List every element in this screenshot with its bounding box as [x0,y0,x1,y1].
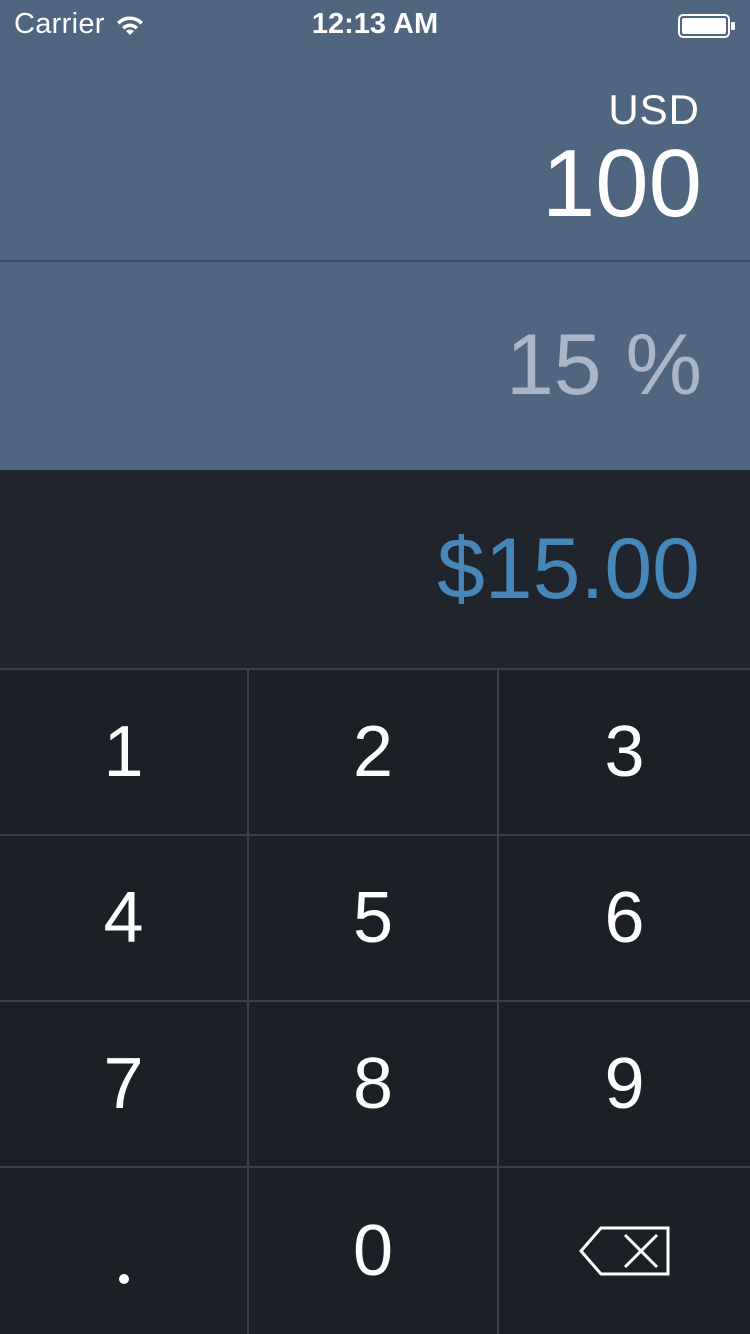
tip-result-panel: $15.00 [0,470,750,668]
key-label: 3 [604,712,645,792]
key-label: 0 [352,1211,394,1291]
status-time: 12:13 AM [311,8,439,40]
number-keypad: 1 2 3 4 5 6 7 8 9 . 0 [0,668,750,1334]
key-label: 1 [103,712,144,792]
key-label: 9 [604,1044,645,1124]
tip-percent-value: 15 % [505,317,702,413]
key-8[interactable]: 8 [249,1000,499,1166]
key-0[interactable]: 0 [249,1166,499,1334]
bill-amount-field[interactable]: USD 100 [0,52,750,260]
backspace-icon [578,1226,669,1276]
key-label: 2 [352,712,394,792]
tip-percent-field[interactable]: 15 % [0,262,750,470]
key-label: 5 [352,878,394,958]
key-7[interactable]: 7 [0,1000,249,1166]
decimal-point-glyph [118,1274,129,1284]
bill-amount-value: 100 [541,130,702,237]
key-2[interactable]: 2 [249,668,499,834]
status-bar: Carrier 12:13 AM [0,0,750,52]
key-decimal[interactable]: . [0,1166,249,1334]
key-label: 8 [352,1044,394,1124]
key-6[interactable]: 6 [499,834,750,1000]
key-backspace[interactable] [499,1166,750,1334]
tip-result-value: $15.00 [436,521,700,617]
key-3[interactable]: 3 [499,668,750,834]
key-label: 6 [604,878,645,958]
currency-code: USD [608,86,700,133]
key-5[interactable]: 5 [249,834,499,1000]
key-label: 4 [103,878,144,958]
tip-calculator-screen: Carrier 12:13 AM USD 100 15 % $15.00 1 2… [0,0,750,1334]
battery-icon [678,14,735,38]
key-label: 7 [103,1044,144,1124]
key-9[interactable]: 9 [499,1000,750,1166]
key-1[interactable]: 1 [0,668,249,834]
key-4[interactable]: 4 [0,834,249,1000]
